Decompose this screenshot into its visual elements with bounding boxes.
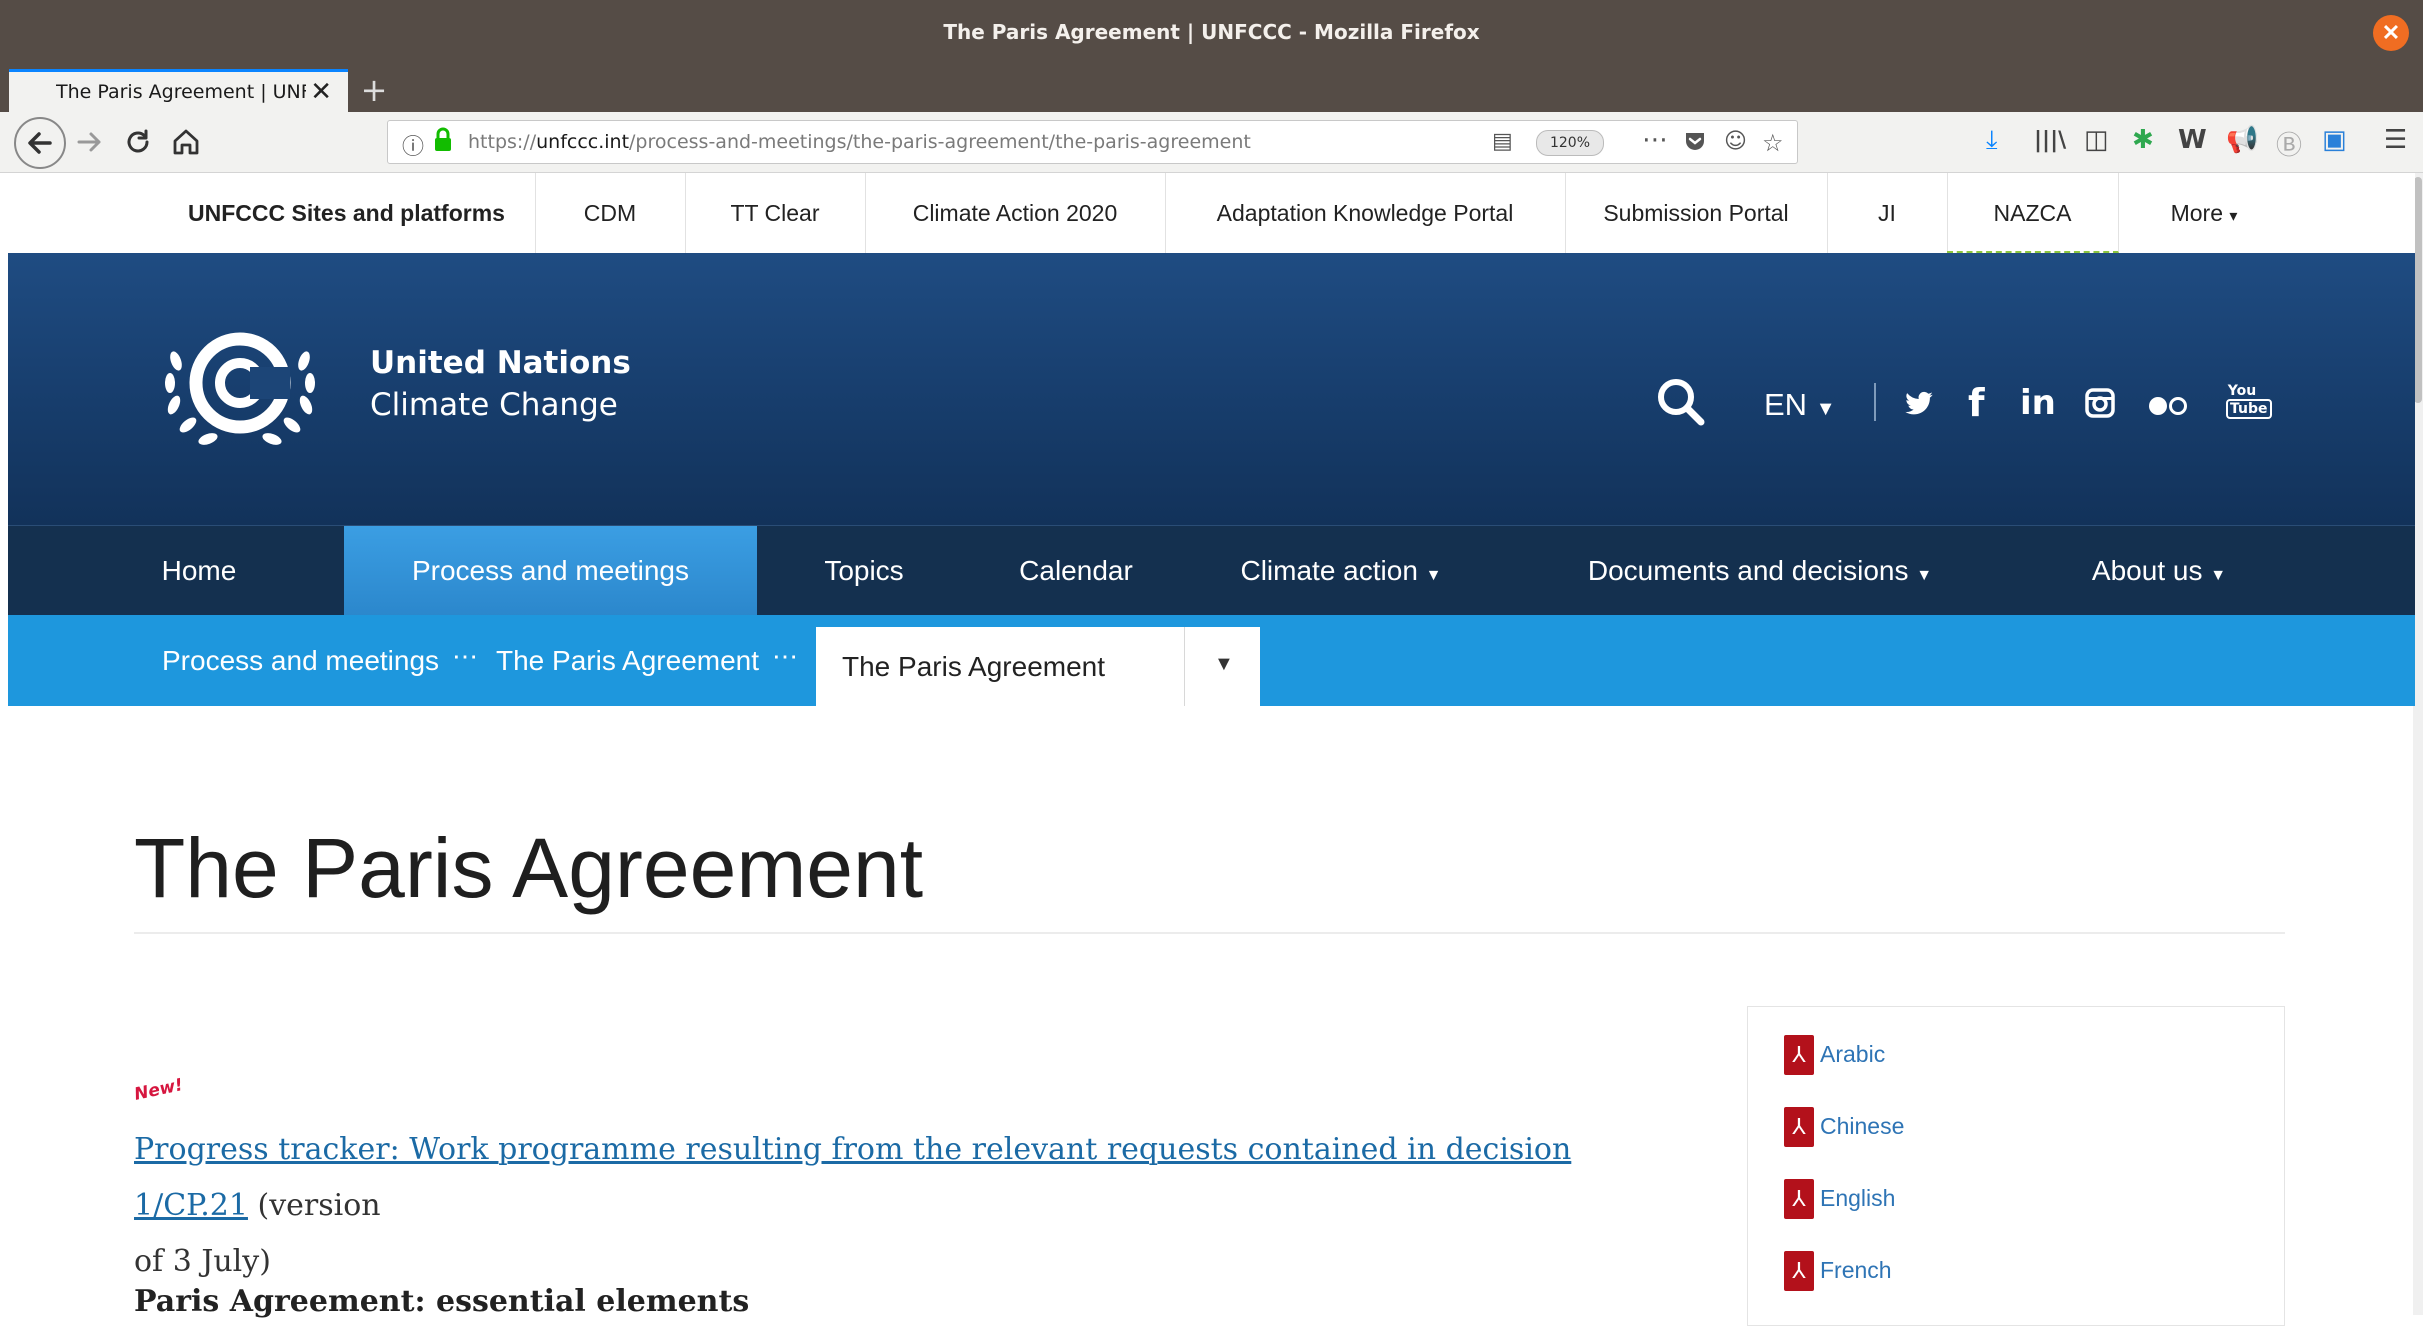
breadcrumb-page-select[interactable]: The Paris Agreement ▼: [816, 627, 1260, 706]
main-navigation: Home Process and meetings Topics Calenda…: [8, 525, 2415, 616]
reader-view-icon[interactable]: ▤: [1492, 129, 1513, 154]
pocket-icon[interactable]: [1683, 129, 1707, 159]
extension-fox-icon[interactable]: ✱: [2132, 125, 2154, 155]
back-arrow-icon: [28, 132, 52, 154]
twitter-icon[interactable]: [1902, 389, 1936, 424]
site-link-cdm[interactable]: CDM: [535, 173, 686, 253]
org-name-line1: United Nations: [370, 345, 631, 381]
url-bar[interactable]: ⓘ https://unfccc.int/process-and-meeting…: [387, 120, 1798, 164]
flickr-icon[interactable]: [2148, 395, 2188, 422]
breadcrumb: Process and meetings ⋯ The Paris Agreeme…: [8, 615, 2415, 706]
site-header: United Nations Climate Change EN ▼ f in …: [8, 253, 2415, 525]
site-link-adaptation-knowledge-portal[interactable]: Adaptation Knowledge Portal: [1165, 173, 1566, 253]
page-select-value: The Paris Agreement: [842, 651, 1106, 682]
nav-documents-and-decisions[interactable]: Documents and decisions ▼: [1551, 526, 1969, 616]
search-icon[interactable]: [1654, 375, 1708, 434]
pdf-icon: ⅄: [1784, 1251, 1814, 1291]
climate-action-caret-icon: ▼: [1425, 567, 1442, 584]
browser-toolbar: ⓘ https://unfccc.int/process-and-meeting…: [0, 112, 2423, 173]
pdf-icon: ⅄: [1784, 1107, 1814, 1147]
forward-button[interactable]: [68, 120, 112, 164]
linkedin-icon[interactable]: in: [2020, 383, 2056, 423]
reload-icon: [127, 129, 149, 153]
zoom-level-badge[interactable]: 120%: [1536, 130, 1604, 156]
nav-climate-action[interactable]: Climate action ▼: [1191, 526, 1491, 616]
page-title: The Paris Agreement: [134, 821, 924, 915]
site-link-more[interactable]: More ▾: [2119, 173, 2289, 253]
tracker-suffix: (version: [247, 1188, 381, 1223]
site-link-submission-portal[interactable]: Submission Portal: [1565, 173, 1828, 253]
unfccc-logo[interactable]: [154, 321, 326, 462]
new-tab-button[interactable]: +: [356, 69, 392, 112]
language-downloads-box: ⅄ Arabic ⅄ Chinese ⅄ English ⅄ French: [1747, 1006, 2285, 1326]
scrollbar-thumb[interactable]: [2414, 177, 2422, 403]
language-selector[interactable]: EN ▼: [1764, 387, 1836, 423]
window-title: The Paris Agreement | UNFCCC - Mozilla F…: [943, 20, 1480, 44]
about-us-caret-icon: ▼: [2210, 567, 2227, 584]
nav-home[interactable]: Home: [104, 526, 294, 616]
sites-platforms-bar: UNFCCC Sites and platforms CDM TT Clear …: [8, 173, 2415, 253]
nav-topics[interactable]: Topics: [757, 526, 971, 616]
extension-container-icon[interactable]: ▣: [2322, 125, 2347, 155]
header-divider: [1874, 383, 1876, 421]
site-link-ji[interactable]: JI: [1827, 173, 1948, 253]
downloads-icon[interactable]: ⤓: [1986, 125, 1998, 156]
screenshot-icon[interactable]: ☺: [1724, 129, 1747, 154]
site-link-nazca[interactable]: NAZCA: [1947, 173, 2119, 253]
nav-about-us[interactable]: About us ▼: [2029, 526, 2289, 616]
org-name-line2: Climate Change: [370, 387, 618, 423]
breadcrumb-separator-icon: ⋯: [772, 641, 800, 671]
reload-button[interactable]: [116, 120, 160, 164]
pdf-icon: ⅄: [1784, 1179, 1814, 1219]
site-link-tt-clear[interactable]: TT Clear: [685, 173, 866, 253]
tab-title: The Paris Agreement | UNFCCC: [56, 81, 306, 103]
breadcrumb-process-and-meetings[interactable]: Process and meetings: [162, 615, 439, 706]
forward-arrow-icon: [77, 132, 101, 152]
select-caret-icon[interactable]: ▼: [1214, 653, 1234, 676]
nav-calendar[interactable]: Calendar: [971, 526, 1181, 616]
sites-platforms-label[interactable]: UNFCCC Sites and platforms: [158, 173, 536, 253]
lock-icon[interactable]: [432, 127, 454, 159]
instagram-icon[interactable]: [2084, 387, 2116, 424]
title-divider: [134, 932, 2285, 934]
menu-hamburger-icon[interactable]: ☰: [2384, 125, 2407, 155]
bookmark-star-icon[interactable]: ☆: [1762, 129, 1784, 157]
home-icon: [173, 129, 199, 155]
breadcrumb-paris-agreement[interactable]: The Paris Agreement: [496, 615, 759, 706]
sidebar-icon[interactable]: ◫: [2084, 125, 2109, 155]
extension-megaphone-icon[interactable]: 📢: [2226, 125, 2258, 155]
select-divider: [1184, 627, 1185, 706]
url-text[interactable]: https://unfccc.int/process-and-meetings/…: [468, 131, 1251, 153]
info-icon[interactable]: ⓘ: [402, 129, 424, 161]
extension-w-icon[interactable]: W: [2178, 125, 2207, 155]
window-titlebar: The Paris Agreement | UNFCCC - Mozilla F…: [0, 0, 2423, 69]
pdf-icon: ⅄: [1784, 1035, 1814, 1075]
section-heading: Paris Agreement: essential elements: [134, 1284, 750, 1319]
site-link-climate-action-2020[interactable]: Climate Action 2020: [865, 173, 1166, 253]
tracker-line2: of 3 July): [134, 1244, 271, 1279]
facebook-icon[interactable]: f: [1968, 381, 1985, 425]
page-actions-icon[interactable]: ⋯: [1642, 125, 1668, 155]
nav-process-and-meetings[interactable]: Process and meetings: [344, 526, 757, 616]
tracker-paragraph: Progress tracker: Work programme resulti…: [134, 1122, 1694, 1290]
youtube-icon[interactable]: You Tube: [2226, 383, 2272, 419]
tab-close-icon[interactable]: ✕: [310, 77, 332, 107]
browser-tab-active[interactable]: The Paris Agreement | UNFCCC ✕: [9, 69, 348, 112]
extension-b-icon[interactable]: Ⓑ: [2276, 125, 2302, 162]
breadcrumb-separator-icon: ⋯: [452, 641, 480, 671]
window-close-button[interactable]: ✕: [2373, 15, 2409, 51]
home-button[interactable]: [164, 120, 208, 164]
library-icon[interactable]: |||\: [2034, 128, 2066, 153]
new-badge: New!: [132, 1075, 185, 1105]
documents-caret-icon: ▼: [1916, 567, 1933, 584]
back-button[interactable]: [14, 117, 66, 169]
language-caret-icon: ▼: [1815, 398, 1836, 420]
more-caret-icon: ▾: [2229, 208, 2238, 225]
